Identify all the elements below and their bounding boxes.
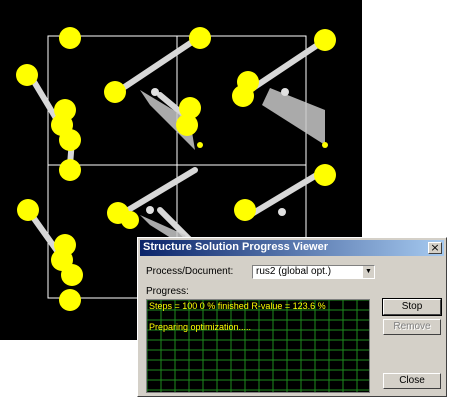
junction bbox=[146, 206, 154, 214]
atom bbox=[189, 27, 211, 49]
atom bbox=[17, 199, 39, 221]
atom bbox=[59, 129, 81, 151]
process-document-value: rus2 (global opt.) bbox=[256, 266, 332, 277]
chevron-down-icon[interactable]: ▼ bbox=[362, 266, 374, 278]
atom bbox=[104, 81, 126, 103]
atom bbox=[234, 199, 256, 221]
junction bbox=[278, 208, 286, 216]
atom bbox=[59, 289, 81, 311]
remove-button[interactable]: Remove bbox=[383, 319, 441, 335]
junction bbox=[151, 88, 159, 96]
close-button[interactable]: Close bbox=[383, 373, 441, 389]
dialog-titlebar[interactable]: Structure Solution Progress Viewer × bbox=[140, 240, 444, 256]
polyhedron bbox=[262, 88, 325, 145]
progress-grid bbox=[147, 300, 369, 392]
progress-log: Preparing optimization..... bbox=[149, 322, 252, 332]
atom bbox=[176, 114, 198, 136]
progress-label: Progress: bbox=[146, 286, 189, 297]
atom bbox=[61, 264, 83, 286]
bond bbox=[117, 37, 198, 93]
process-document-label: Process/Document: bbox=[146, 266, 234, 277]
atom bbox=[314, 164, 336, 186]
bond bbox=[117, 167, 198, 218]
polyhedra-layer bbox=[140, 88, 325, 250]
dialog-title: Structure Solution Progress Viewer bbox=[143, 241, 329, 253]
process-document-select[interactable]: rus2 (global opt.) ▼ bbox=[252, 265, 375, 279]
atom bbox=[59, 159, 81, 181]
atom bbox=[59, 27, 81, 49]
atom bbox=[314, 29, 336, 51]
progress-panel: Steps = 100 0 % finished R-value = 123.6… bbox=[146, 299, 370, 393]
bond bbox=[247, 37, 328, 93]
atom bbox=[16, 64, 38, 86]
close-icon[interactable]: × bbox=[428, 242, 442, 254]
stop-button[interactable]: Stop bbox=[382, 298, 442, 316]
atom bbox=[232, 85, 254, 107]
bond bbox=[247, 167, 328, 218]
junction bbox=[281, 88, 289, 96]
atom bbox=[322, 142, 328, 148]
atom bbox=[197, 142, 203, 148]
atom bbox=[121, 211, 139, 229]
progress-status: Steps = 100 0 % finished R-value = 123.6… bbox=[149, 301, 326, 311]
progress-viewer-dialog: Structure Solution Progress Viewer × Pro… bbox=[137, 237, 447, 397]
